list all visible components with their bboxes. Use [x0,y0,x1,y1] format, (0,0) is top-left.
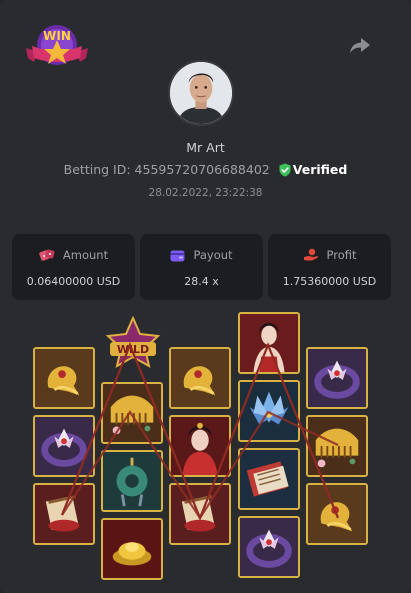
betting-id-row: Betting ID: 45595720706688402 Verified [0,162,411,177]
symbol-maiden [238,312,300,374]
profit-value: 1.75360000 USD [282,275,377,288]
verified-shield-icon [279,163,291,177]
symbol-scroll [169,483,231,545]
symbol-lotus-ring [33,415,95,477]
payout-label: Payout [193,248,233,262]
profit-label: Profit [326,248,357,262]
win-badge-icon: WIN [26,25,88,65]
amount-label: Amount [62,248,109,262]
svg-text:WIN: WIN [43,29,71,43]
amount-card: Amount 0.06400000 USD [12,234,135,300]
symbol-lotus-ring [306,347,368,409]
player-name: Mr Art [186,140,225,155]
symbol-blue-lotus [238,380,300,442]
symbol-empress [169,415,231,477]
betting-id-value: 45595720706688402 [134,162,270,177]
symbol-golden-tiger [169,347,231,409]
wild-badge-icon: WILD [105,316,161,368]
symbol-hair-comb [306,415,368,477]
amount-value: 0.06400000 USD [26,275,121,288]
betting-id-label: Betting ID: [63,162,131,177]
payout-card: Payout 28.4 x [140,234,263,300]
slot-result-grid: WILD [0,300,411,593]
hand-coin-icon [303,248,318,261]
share-icon[interactable] [349,35,371,55]
symbol-jade-pendant [101,450,163,512]
symbol-golden-tiger [306,483,368,545]
symbol-gold-ingot [101,518,163,580]
symbol-golden-tiger [33,347,95,409]
verified-label: Verified [292,162,348,177]
bet-date: 28.02.2022, 23:22:38 [148,187,263,199]
payout-value: 28.4 x [184,275,219,288]
symbol-scroll [33,483,95,545]
profit-card: Profit 1.75360000 USD [268,234,391,300]
symbol-lotus-ring [238,516,300,578]
dice-icon [39,249,55,261]
bet-details-card: WIN Mr Art Betting ID: 45595720706688402… [0,0,411,593]
wild-label: WILD [117,343,149,356]
wallet-icon [170,250,185,262]
symbol-book [238,448,300,510]
symbol-hair-comb [101,382,163,444]
avatar [168,60,234,126]
